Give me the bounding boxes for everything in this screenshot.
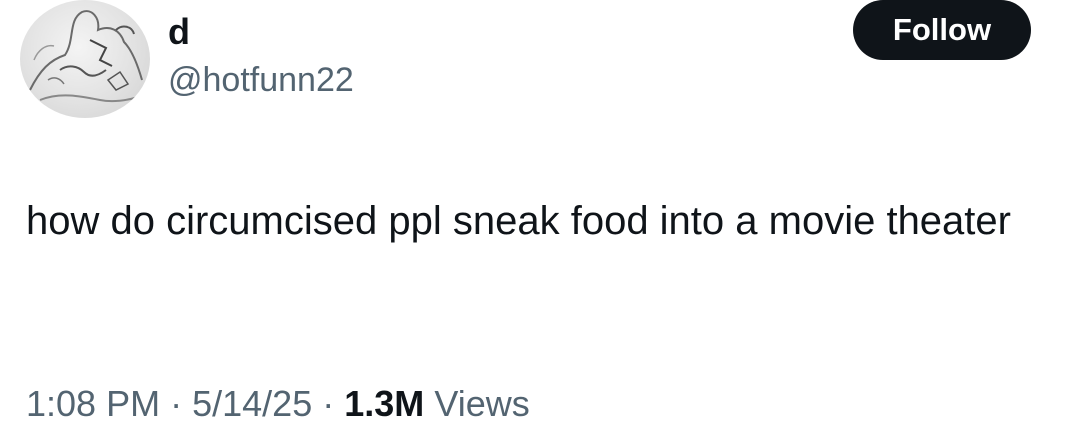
user-handle[interactable]: @hotfunn22 [168,59,354,101]
display-name[interactable]: d [168,10,190,54]
avatar[interactable] [20,0,150,118]
tweet-metadata: 1:08 PM · 5/14/25 · 1.3M Views [26,382,530,426]
follow-button[interactable]: Follow [853,0,1031,60]
tweet-text: how do circumcised ppl sneak food into a… [26,199,1011,243]
avatar-sketch-icon [29,10,146,103]
